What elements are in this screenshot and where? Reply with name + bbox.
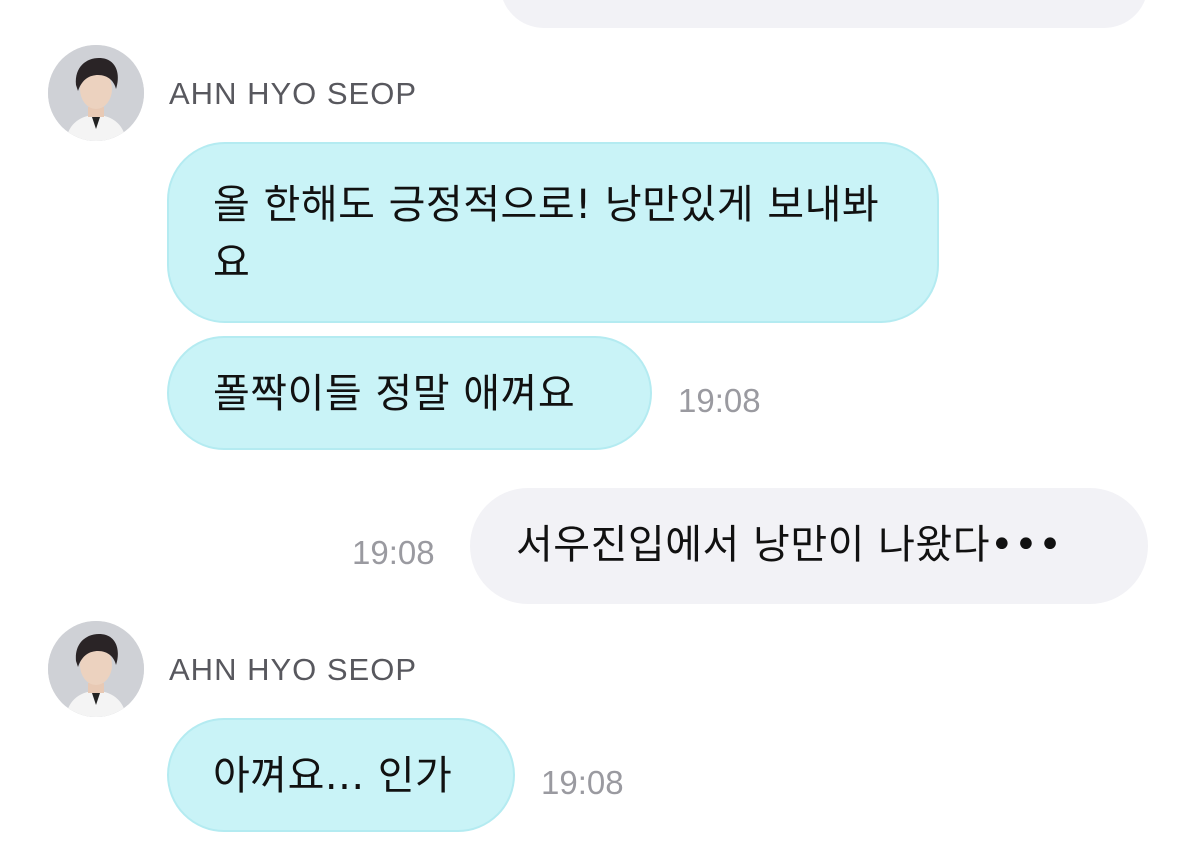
message-bubble[interactable]: 폴짝이들 정말 애껴요	[167, 336, 652, 450]
message-text: 폴짝이들 정말 애껴요	[213, 371, 576, 417]
message-timestamp: 19:08	[541, 764, 624, 801]
message-bubble[interactable]: 서우진입에서 낭만이 나왔다•••	[470, 488, 1148, 604]
partial-outgoing-bubble	[500, 0, 1148, 28]
avatar[interactable]	[48, 45, 144, 141]
message-bubble[interactable]: 올 한해도 긍정적으로! 낭만있게 보내봐요	[167, 142, 939, 323]
profile-photo-icon	[48, 621, 144, 717]
sender-name: AHN HYO SEOP	[169, 76, 417, 111]
message-text: 올 한해도 긍정적으로! 낭만있게 보내봐요	[213, 182, 880, 286]
message-text: 서우진입에서 낭만이 나왔다•••	[516, 522, 1063, 568]
message-timestamp: 19:08	[678, 382, 761, 419]
avatar[interactable]	[48, 621, 144, 717]
message-text: 아껴요... 인가	[213, 753, 453, 799]
message-timestamp: 19:08	[352, 534, 435, 571]
profile-photo-icon	[48, 45, 144, 141]
sender-name: AHN HYO SEOP	[169, 652, 417, 687]
message-bubble[interactable]: 아껴요... 인가	[167, 718, 515, 832]
